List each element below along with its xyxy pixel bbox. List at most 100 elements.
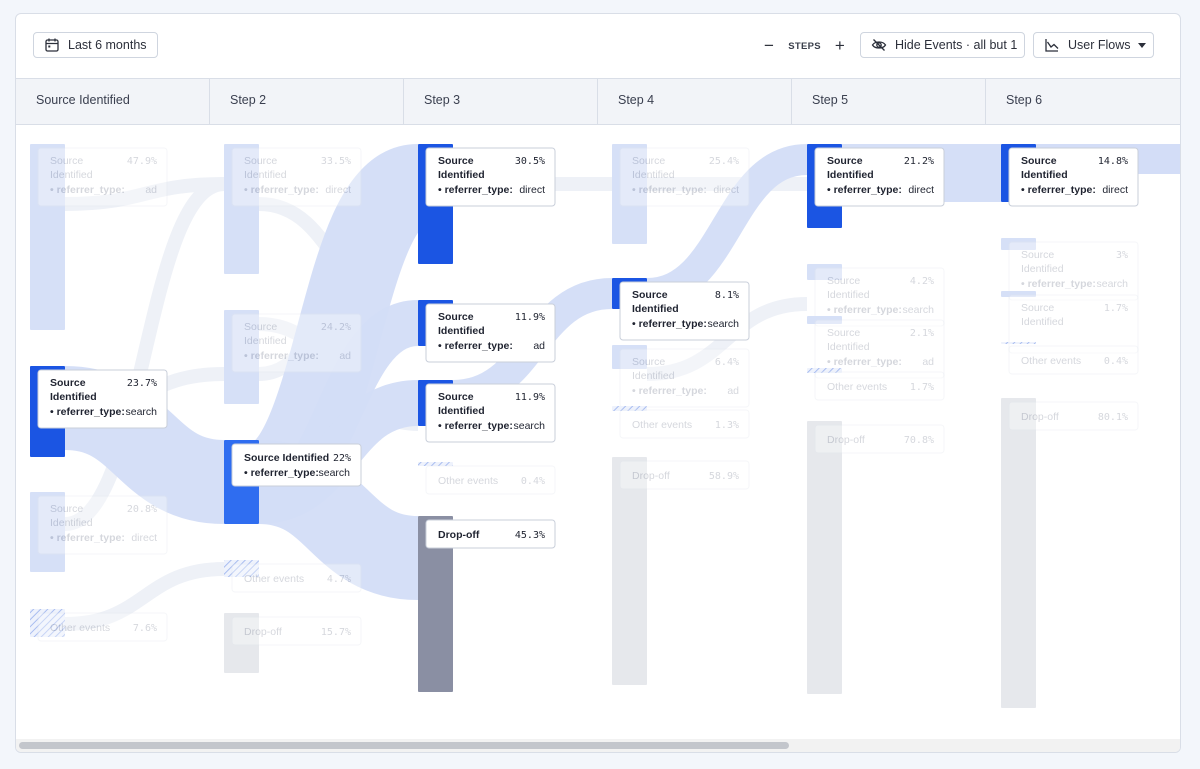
flow-node[interactable]: Source Identified 11.9% • referrer_type: se… [418, 380, 556, 443]
node-percent: 25.4% [709, 156, 739, 167]
node-label: Source [50, 377, 86, 389]
node-label: Other events [632, 419, 692, 431]
flow-node[interactable]: Source Identified 21.2% • referrer_type: di… [807, 144, 945, 228]
node-property-value: direct [325, 184, 351, 196]
node-percent: 45.3% [515, 530, 545, 541]
step-header-2[interactable]: Step 2 [210, 79, 404, 124]
flow-node[interactable]: Source Identified 8.1% • referrer_type: sea… [612, 278, 750, 341]
hide-events-button[interactable]: Hide Events · all but 1 [860, 32, 1025, 58]
flow-node[interactable]: Other events 0.4% [418, 462, 556, 495]
node-label-card[interactable]: Other events 4.7% [231, 563, 362, 593]
node-percent: 4.2% [910, 276, 934, 287]
node-percent: 11.9% [515, 312, 545, 323]
node-percent: 70.8% [904, 435, 934, 446]
flow-node[interactable]: Source Identified 47.9% • referrer_type: ad [30, 144, 168, 330]
flow-node[interactable]: Drop-off 58.9% [612, 457, 750, 685]
steps-increase-button[interactable]: + [825, 37, 855, 54]
flow-node[interactable]: Source Identified 3% • referrer_type: searc… [1001, 238, 1139, 301]
node-label-card[interactable]: Source Identified 6.4% • referrer_type: ad [619, 348, 750, 408]
flow-node[interactable]: Source Identified 20.8% • referrer_type: di… [30, 492, 168, 572]
node-property-value: direct [1102, 184, 1128, 196]
step-header-5[interactable]: Step 5 [792, 79, 986, 124]
node-property-value: search [318, 467, 350, 479]
node-label-card[interactable]: Source Identified 8.1% • referrer_type: sea… [619, 281, 750, 341]
node-label-card[interactable]: Other events 0.4% [425, 465, 556, 495]
node-property-value: search [902, 304, 934, 316]
horizontal-scrollbar-thumb[interactable] [19, 742, 789, 749]
flow-node[interactable]: Drop-off 70.8% [807, 421, 945, 694]
node-bar[interactable] [1001, 398, 1036, 708]
node-property-key: • referrer_type: [438, 420, 513, 432]
node-percent: 2.1% [910, 328, 934, 339]
steps-header: Source Identified Step 2 Step 3 Step 4 S… [16, 78, 1180, 125]
node-label-card[interactable]: Drop-off 80.1% [1008, 401, 1139, 431]
node-label-card[interactable]: Source Identified 11.9% • referrer_type: se… [425, 383, 556, 443]
flow-node[interactable]: Source Identified 30.5% • referrer_type: di… [418, 144, 556, 264]
steps-decrease-button[interactable]: − [754, 37, 784, 54]
date-range-button[interactable]: Last 6 months [33, 32, 158, 58]
flow-node[interactable]: Drop-off 80.1% [1001, 398, 1139, 708]
calendar-icon [44, 37, 60, 53]
flow-node[interactable]: Other events 7.6% [30, 609, 168, 642]
node-label-card[interactable]: Other events 1.3% [619, 409, 750, 439]
node-label-card[interactable]: Source Identified 25.4% • referrer_type: di… [619, 147, 750, 207]
node-label-line2: Identified [244, 335, 287, 347]
node-label-card[interactable]: Source Identified 22% • referrer_type: sea… [231, 443, 362, 487]
flow-node[interactable]: Drop-off 45.3% [418, 516, 556, 692]
node-label-line2: Identified [632, 169, 675, 181]
flow-node[interactable]: Drop-off 15.7% [224, 613, 362, 673]
node-property-value: direct [519, 184, 545, 196]
flow-node[interactable]: Source Identified 14.8% • referrer_type: di… [1001, 144, 1139, 207]
flow-node[interactable]: Other events 4.7% [224, 560, 362, 593]
node-property-key: • referrer_type: [1021, 184, 1096, 196]
node-label-card[interactable]: Source Identified 24.2% • referrer_type: ad [231, 313, 362, 373]
node-bar[interactable] [418, 462, 453, 466]
node-label-card[interactable]: Source Identified 33.5% • referrer_type: di… [231, 147, 362, 207]
flow-node[interactable]: Other events 1.7% [807, 368, 945, 401]
node-label-card[interactable]: Drop-off 15.7% [231, 616, 362, 646]
flow-node[interactable]: Other events 1.3% [612, 406, 750, 439]
node-label-card[interactable]: Other events 0.4% [1008, 345, 1139, 375]
node-label: Other events [1021, 355, 1081, 367]
node-label-card[interactable]: Source Identified 47.9% • referrer_type: ad [37, 147, 168, 207]
node-label-card[interactable]: Source Identified 23.7% • referrer_type: se… [37, 369, 168, 429]
node-label-card[interactable]: Source Identified 11.9% • referrer_type: ad [425, 303, 556, 363]
node-label: Drop-off [827, 434, 865, 446]
node-label-card[interactable]: Source Identified 14.8% • referrer_type: di… [1008, 147, 1139, 207]
node-label-card[interactable]: Source Identified 20.8% • referrer_type: di… [37, 495, 168, 555]
view-type-dropdown[interactable]: User Flows [1033, 32, 1154, 58]
node-property-value: ad [922, 356, 934, 368]
node-percent: 15.7% [321, 627, 351, 638]
node-label-line2: Identified [827, 341, 870, 353]
step-header-6[interactable]: Step 6 [986, 79, 1180, 124]
node-label-card[interactable]: Drop-off 45.3% [425, 519, 556, 549]
steps-control: − STEPS + [754, 37, 855, 54]
node-percent: 6.4% [715, 357, 739, 368]
node-label-card[interactable]: Other events 1.7% [814, 371, 945, 401]
node-label-card[interactable]: Drop-off 70.8% [814, 424, 945, 454]
node-label-card[interactable]: Drop-off 58.9% [619, 460, 750, 490]
node-label-card[interactable]: Other events 7.6% [37, 612, 168, 642]
flow-node[interactable]: Other events 0.4% [1001, 342, 1139, 375]
node-label-line2: Identified [827, 289, 870, 301]
flow-node[interactable]: Source Identified 6.4% • referrer_type: ad [612, 345, 750, 408]
node-label-card[interactable]: Source Identified 1.7% [1008, 294, 1139, 354]
step-header-3[interactable]: Step 3 [404, 79, 598, 124]
line-chart-icon [1044, 37, 1060, 53]
node-percent: 58.9% [709, 471, 739, 482]
node-label-line2: Identified [632, 370, 675, 382]
node-label: Source [438, 311, 474, 323]
node-property-key: • referrer_type: [244, 350, 319, 362]
step-header-1[interactable]: Source Identified [16, 79, 210, 124]
node-percent: 3% [1116, 250, 1128, 261]
flow-link[interactable] [256, 440, 421, 600]
node-bar[interactable] [1001, 342, 1036, 344]
node-label-card[interactable]: Source Identified 21.2% • referrer_type: di… [814, 147, 945, 207]
node-label-card[interactable]: Source Identified 30.5% • referrer_type: di… [425, 147, 556, 207]
node-label: Source [1021, 155, 1057, 167]
node-bar[interactable] [612, 457, 647, 685]
node-label: Drop-off [1021, 411, 1059, 423]
step-header-4[interactable]: Step 4 [598, 79, 792, 124]
flow-node[interactable]: Source Identified 11.9% • referrer_type: ad [418, 300, 556, 363]
node-bar[interactable] [807, 421, 842, 694]
